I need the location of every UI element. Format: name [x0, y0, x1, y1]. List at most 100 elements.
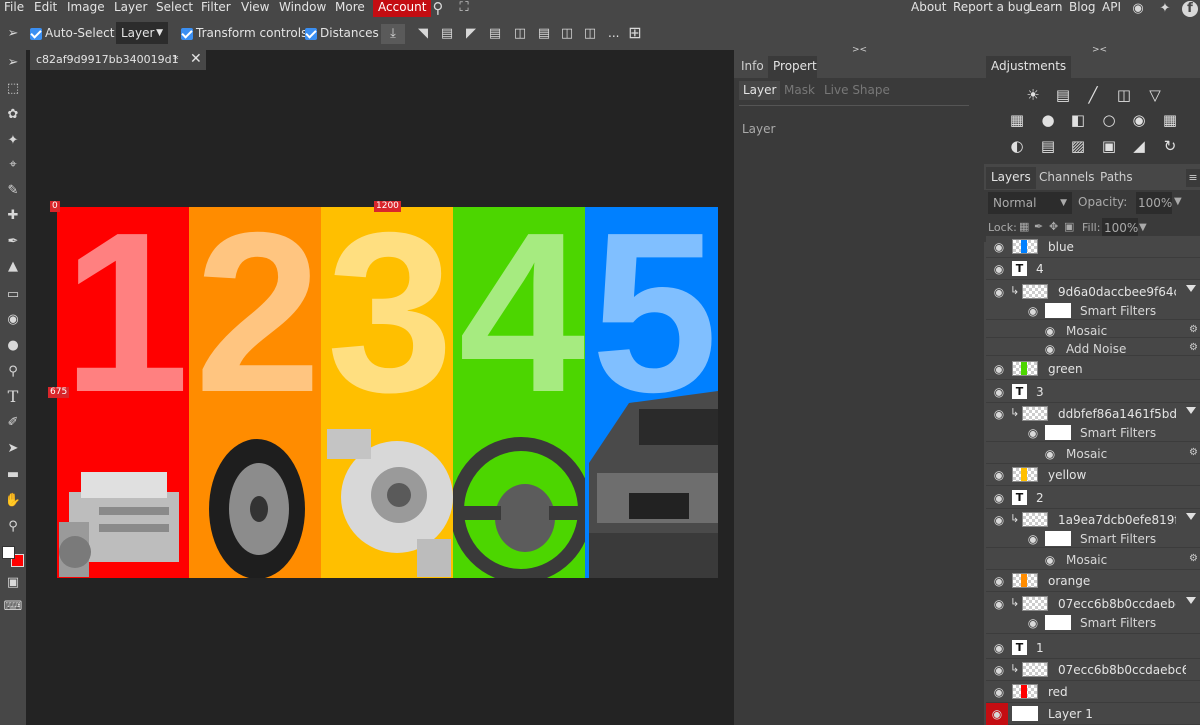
visibility-eye-icon[interactable]: ◉: [992, 385, 1006, 399]
visibility-eye-icon[interactable]: ◉: [1026, 426, 1040, 440]
layer-row[interactable]: ◉ T 1: [986, 637, 1200, 659]
distribute-spacing-icon[interactable]: ◫: [582, 26, 598, 42]
panel-menu-icon[interactable]: ≡: [1186, 169, 1200, 187]
posterize-icon[interactable]: ▤: [1040, 138, 1056, 154]
visibility-eye-icon[interactable]: ◉: [1026, 532, 1040, 546]
distribute-icon[interactable]: ◫: [559, 26, 575, 42]
filter-options-icon[interactable]: ⚙: [1189, 342, 1198, 353]
visibility-eye-icon[interactable]: ◉: [992, 262, 1006, 276]
align-center-h-icon[interactable]: ▤: [439, 26, 455, 42]
visibility-eye-icon[interactable]: ◉: [992, 685, 1006, 699]
curves-icon[interactable]: ╱: [1085, 87, 1101, 103]
fullscreen-icon[interactable]: ⛶: [456, 0, 472, 16]
layer-row[interactable]: ◉ red: [986, 681, 1200, 703]
auto-select-target-select[interactable]: Layer ▼: [116, 22, 168, 44]
lock-all-icon[interactable]: ▣: [1064, 220, 1074, 233]
menu-edit[interactable]: Edit: [34, 0, 57, 18]
brush-tool-icon[interactable]: ✒: [3, 233, 23, 251]
layer-row[interactable]: ◉ green: [986, 358, 1200, 380]
visibility-eye-icon[interactable]: ◉: [1043, 553, 1057, 567]
more-options[interactable]: ...: [608, 26, 619, 40]
healing-brush-icon[interactable]: ✚: [3, 207, 23, 225]
visibility-eye-icon[interactable]: ◉: [992, 285, 1006, 299]
dodge-tool-icon[interactable]: ⚲: [3, 363, 23, 381]
collapse-icon[interactable]: ><: [1092, 45, 1107, 55]
paint-bucket-icon[interactable]: ◉: [3, 311, 23, 329]
hand-tool-icon[interactable]: ✋: [3, 492, 23, 510]
subtab-mask[interactable]: Mask: [784, 82, 815, 99]
visibility-eye-icon[interactable]: ◉: [1026, 304, 1040, 318]
filter-options-icon[interactable]: ⚙: [1189, 553, 1198, 564]
layer-row[interactable]: ◉ T 2: [986, 487, 1200, 509]
facebook-icon[interactable]: f: [1182, 1, 1198, 17]
subtab-live-shape[interactable]: Live Shape: [824, 82, 890, 99]
expand-caret-icon[interactable]: [1186, 285, 1196, 292]
layer-row[interactable]: ◉ blue: [986, 236, 1200, 258]
link-learn[interactable]: Learn: [1029, 0, 1063, 18]
link-blog[interactable]: Blog: [1069, 0, 1096, 18]
zoom-tool-icon[interactable]: ⚲: [3, 518, 23, 536]
opacity-dropdown-icon[interactable]: ▼: [1174, 196, 1182, 207]
layer-row[interactable]: ◉ Mosaic ⚙: [986, 549, 1200, 570]
align-bottom-icon[interactable]: ▤: [536, 26, 552, 42]
layer-row[interactable]: ◉ T 4: [986, 258, 1200, 280]
visibility-eye-icon[interactable]: ◉: [1026, 616, 1040, 630]
layer-row[interactable]: ◉ Mosaic ⚙: [986, 320, 1200, 338]
menu-file[interactable]: File: [4, 0, 24, 18]
filter-options-icon[interactable]: ⚙: [1189, 324, 1198, 335]
document-tab[interactable]: c82af9d9917bb340019d1 * ✕: [30, 50, 206, 70]
menu-layer[interactable]: Layer: [114, 0, 147, 18]
channel-mixer-icon[interactable]: ◉: [1131, 112, 1147, 128]
tab-channels[interactable]: Channels: [1034, 167, 1100, 189]
path-select-icon[interactable]: ➤: [3, 440, 23, 458]
menu-filter[interactable]: Filter: [201, 0, 231, 18]
visibility-eye-icon[interactable]: ◉: [1043, 342, 1057, 356]
clone-stamp-icon[interactable]: ▲: [3, 258, 23, 276]
blur-tool-icon[interactable]: ●: [3, 337, 23, 355]
layer-row[interactable]: ◉ orange: [986, 570, 1200, 592]
collapse-icon[interactable]: ><: [852, 45, 867, 55]
twitter-icon[interactable]: ✦: [1157, 1, 1173, 17]
align-middle-v-icon[interactable]: ◫: [512, 26, 528, 42]
photo-filter-icon[interactable]: ○: [1101, 112, 1117, 128]
levels-icon[interactable]: ▤: [1055, 87, 1071, 103]
download-icon[interactable]: ⤓: [381, 24, 405, 44]
expand-caret-icon[interactable]: [1186, 597, 1196, 604]
hue-saturation-icon[interactable]: ▦: [1009, 112, 1025, 128]
visibility-eye-icon[interactable]: ◉: [992, 468, 1006, 482]
move-tool-icon[interactable]: ➢: [4, 26, 22, 42]
reddit-icon[interactable]: ◉: [1130, 1, 1146, 17]
crop-tool-icon[interactable]: ⌖: [3, 156, 23, 174]
tab-paths[interactable]: Paths: [1095, 167, 1138, 189]
eraser-icon[interactable]: ▭: [3, 286, 23, 304]
layer-row[interactable]: ◉ Add Noise ⚙: [986, 338, 1200, 356]
invert-icon[interactable]: ◐: [1009, 138, 1025, 154]
threshold-icon[interactable]: ▨: [1070, 138, 1086, 154]
visibility-eye-icon[interactable]: ◉: [986, 703, 1008, 725]
gradient-map-icon[interactable]: ▣: [1101, 138, 1117, 154]
distances-checkbox[interactable]: [305, 28, 317, 40]
tab-layers[interactable]: Layers: [986, 167, 1036, 189]
menu-more[interactable]: More: [335, 0, 365, 18]
menu-account[interactable]: Account: [373, 0, 432, 17]
subtab-layer[interactable]: Layer: [739, 81, 781, 100]
lock-transparency-icon[interactable]: ▦: [1019, 220, 1029, 233]
close-icon[interactable]: ✕: [190, 51, 202, 67]
fill-dropdown-icon[interactable]: ▼: [1139, 222, 1147, 233]
menu-image[interactable]: Image: [67, 0, 105, 18]
filter-options-icon[interactable]: ⚙: [1189, 447, 1198, 458]
quick-mask-icon[interactable]: ▣: [3, 574, 23, 592]
blend-mode-select[interactable]: Normal ▼: [988, 192, 1072, 214]
expand-caret-icon[interactable]: [1186, 513, 1196, 520]
visibility-eye-icon[interactable]: ◉: [992, 491, 1006, 505]
layer-row[interactable]: ◉ Mosaic ⚙: [986, 443, 1200, 464]
layer-row[interactable]: ◉ Smart Filters: [986, 422, 1200, 442]
visibility-eye-icon[interactable]: ◉: [992, 362, 1006, 376]
exposure-icon[interactable]: ◫: [1116, 87, 1132, 103]
link-api[interactable]: API: [1102, 0, 1121, 18]
layer-row[interactable]: ◉ ↳ 07ecc6b8b0ccdaebc61e1: [986, 659, 1200, 681]
text-tool-icon[interactable]: T: [3, 388, 23, 406]
link-about[interactable]: About: [911, 0, 946, 18]
link-report-bug[interactable]: Report a bug: [953, 0, 1031, 18]
magic-wand-icon[interactable]: ✦: [3, 132, 23, 150]
